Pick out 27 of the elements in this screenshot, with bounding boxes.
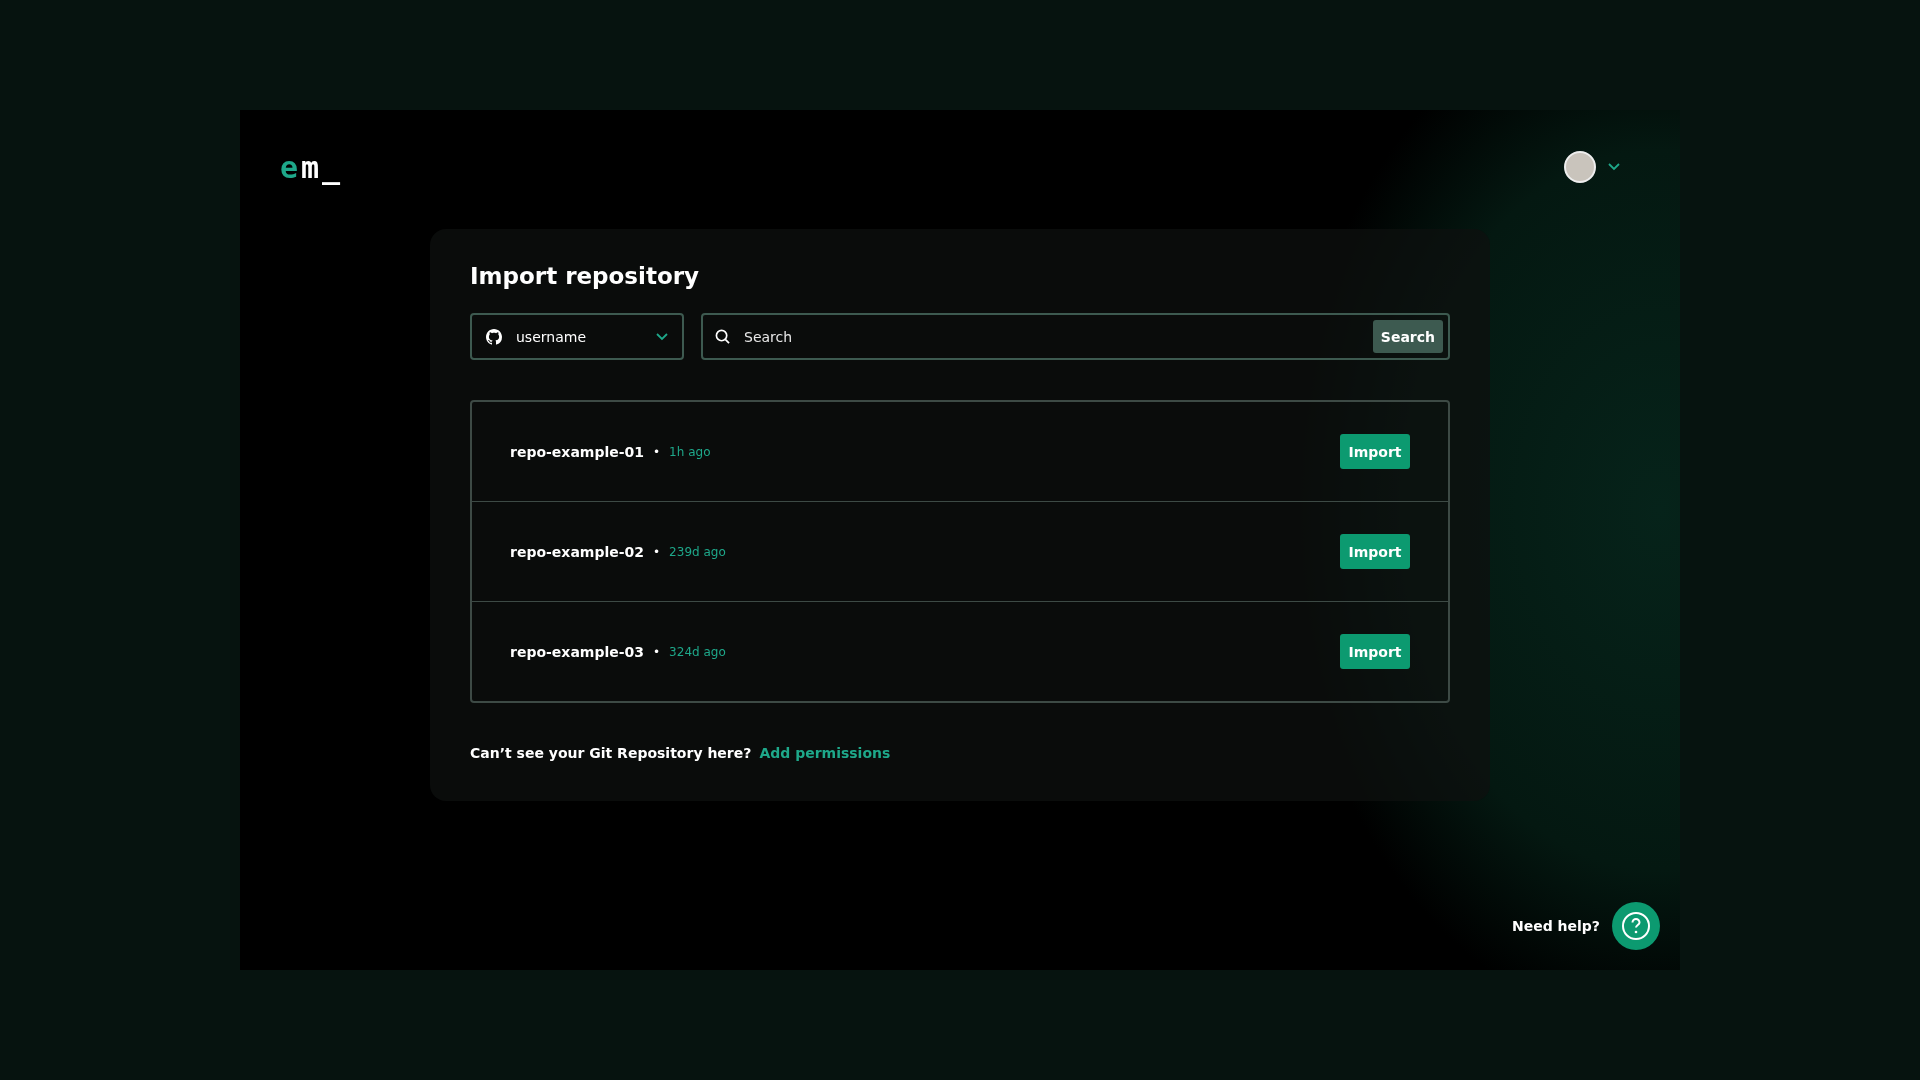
separator-dot: • bbox=[653, 644, 661, 659]
github-icon bbox=[486, 328, 502, 345]
chevron-down-icon[interactable] bbox=[1608, 163, 1620, 171]
import-button[interactable]: Import bbox=[1340, 634, 1410, 669]
add-permissions-link[interactable]: Add permissions bbox=[759, 745, 891, 761]
repo-name: repo-example-01 bbox=[510, 443, 645, 460]
separator-dot: • bbox=[653, 444, 661, 459]
repo-name: repo-example-02 bbox=[510, 543, 645, 560]
updated-time: 239d ago bbox=[669, 544, 727, 559]
account-dropdown[interactable]: username bbox=[470, 313, 684, 360]
help-label: Need help? bbox=[1512, 918, 1600, 934]
separator-dot: • bbox=[653, 544, 661, 559]
page-title: Import repository bbox=[470, 263, 701, 289]
avatar[interactable] bbox=[1564, 151, 1596, 183]
repo-name: repo-example-03 bbox=[510, 643, 645, 660]
logo[interactable]: em_ bbox=[280, 149, 344, 185]
updated-time: 1h ago bbox=[669, 444, 712, 459]
search-field[interactable]: Search Search bbox=[701, 313, 1450, 360]
import-button[interactable]: Import bbox=[1340, 434, 1410, 469]
search-button[interactable]: Search bbox=[1372, 320, 1443, 353]
chevron-down-icon bbox=[656, 332, 668, 341]
updated-time: 324d ago bbox=[669, 644, 727, 659]
import-button[interactable]: Import bbox=[1340, 534, 1410, 569]
question-icon bbox=[1621, 911, 1651, 941]
help-text: Can’t see your Git Repository here? bbox=[470, 745, 752, 761]
help-button[interactable] bbox=[1612, 902, 1660, 950]
search-icon bbox=[715, 329, 730, 344]
